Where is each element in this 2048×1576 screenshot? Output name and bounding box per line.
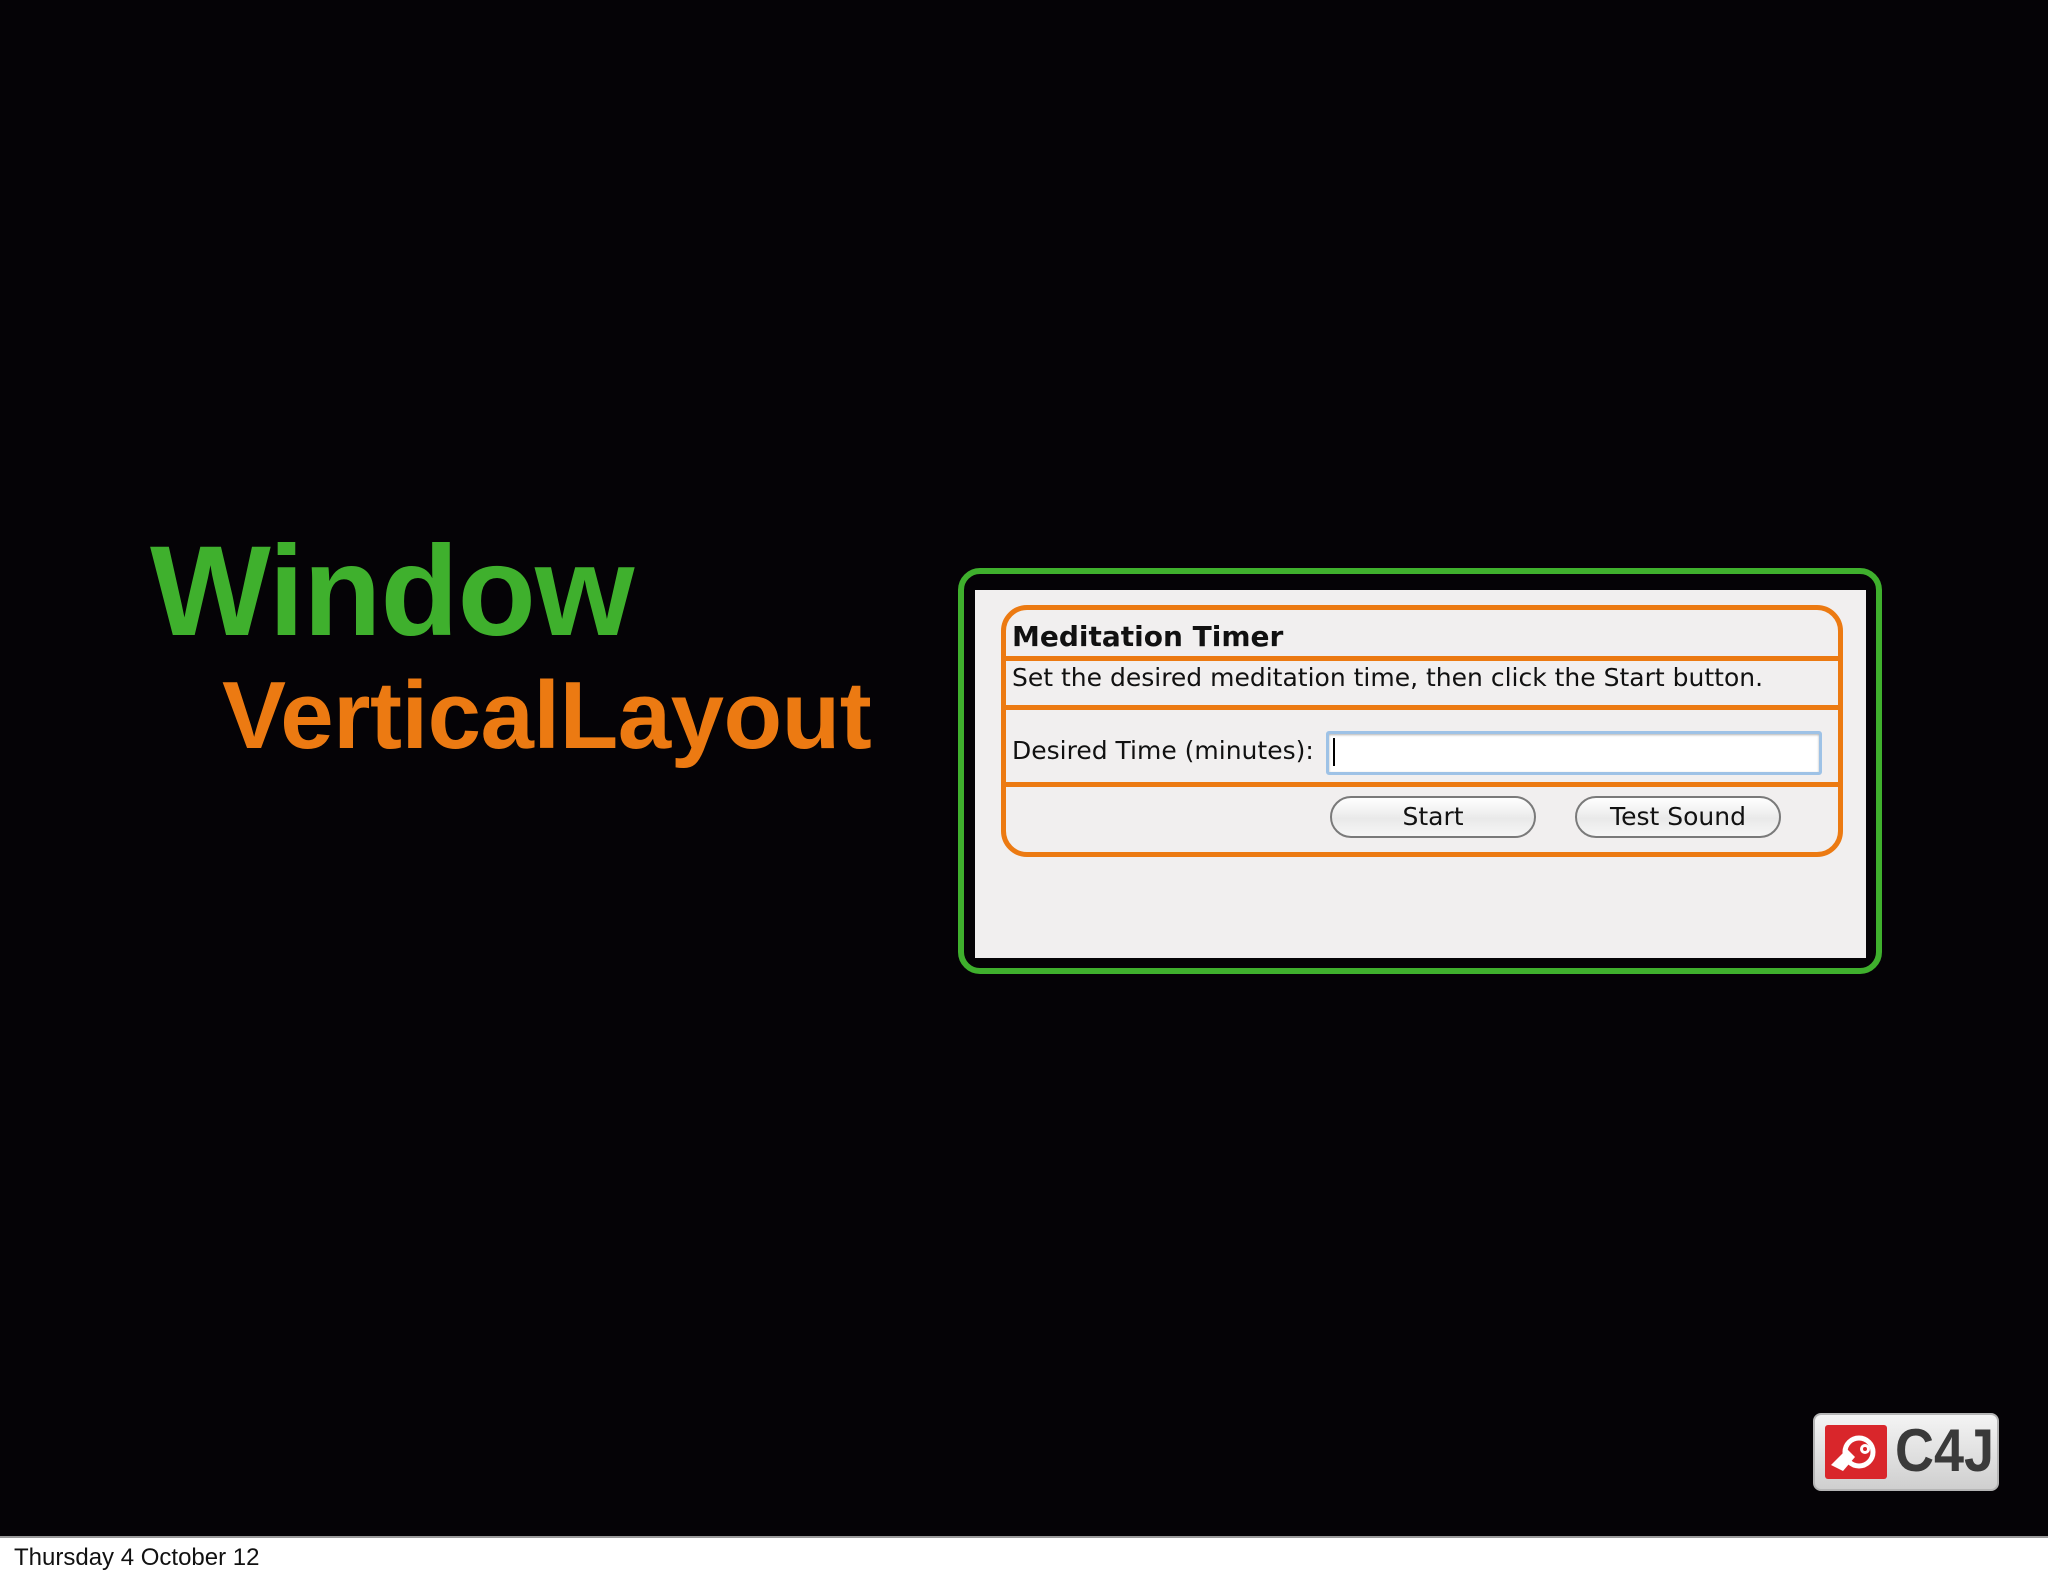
logo-text: C4J <box>1895 1417 1995 1484</box>
layout-divider <box>1003 656 1841 661</box>
footer-bar: Thursday 4 October 12 <box>0 1536 2048 1576</box>
desired-time-input[interactable] <box>1326 731 1822 775</box>
text-caret <box>1333 738 1335 766</box>
slide-title: Window <box>150 520 634 663</box>
layout-divider <box>1003 782 1841 787</box>
dialog-description: Set the desired meditation time, then cl… <box>1012 663 1764 692</box>
layout-divider <box>1003 705 1841 710</box>
c4j-logo: C4J <box>1813 1413 1999 1491</box>
c4j-emblem-icon <box>1825 1425 1887 1479</box>
test-sound-button[interactable]: Test Sound <box>1575 796 1781 838</box>
slide: Window VerticalLayout Meditation Timer S… <box>0 0 2048 1536</box>
start-button[interactable]: Start <box>1330 796 1536 838</box>
slide-subtitle: VerticalLayout <box>222 662 872 769</box>
dialog-heading: Meditation Timer <box>1012 620 1284 653</box>
footer-date: Thursday 4 October 12 <box>14 1544 260 1571</box>
desired-time-label: Desired Time (minutes): <box>1012 736 1314 765</box>
